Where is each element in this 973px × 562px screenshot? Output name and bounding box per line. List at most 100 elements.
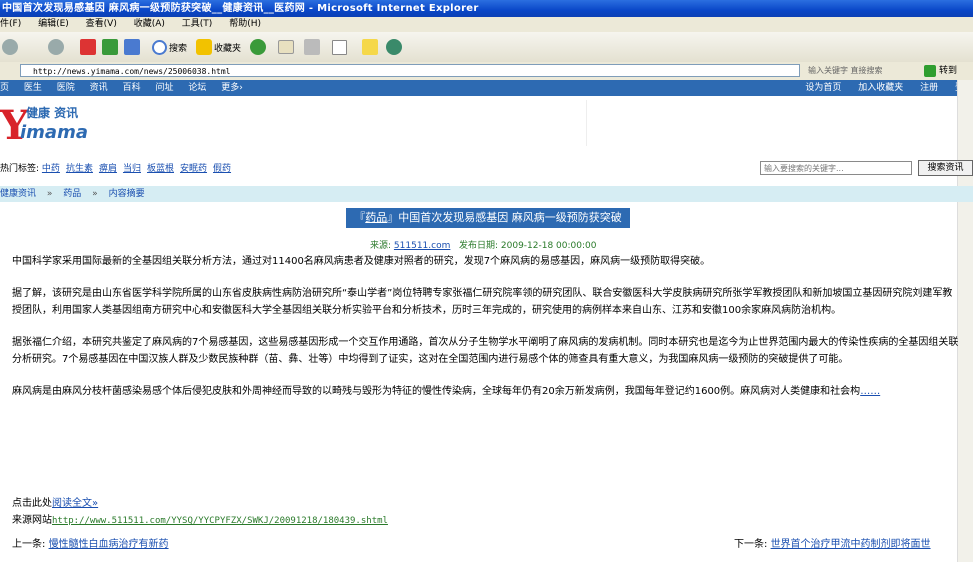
breadcrumb: 健康资讯 » 药品 » 内容摘要 [0,186,973,202]
tag-link[interactable]: 当归 [123,164,141,174]
set-homepage-link[interactable]: 设为首页 [805,80,841,96]
hot-tags-label: 热门标签: [0,164,40,174]
read-more-prefix: 点击此处 [12,498,52,509]
next-label: 下一条: [734,539,768,550]
site-logo[interactable]: Y imama 健康 资讯 [0,100,100,148]
go-button[interactable]: 转到 [924,64,968,78]
search-button[interactable]: 搜索 [152,38,187,56]
read-more-link[interactable]: 阅读全文» [52,498,98,509]
refresh-button[interactable] [102,38,120,56]
mail-icon [278,40,294,54]
menu-favorites[interactable]: 收藏(A) [134,17,165,32]
tag-link[interactable]: 安眠药 [180,164,207,174]
banner-area [108,100,587,146]
breadcrumb-separator: » [46,189,53,199]
source-link[interactable]: 511511.com [394,241,450,251]
source-site: 来源网站http://www.511511.com/YYSQ/YYCPYFZX/… [12,512,388,530]
nav-doctor[interactable]: 医生 [24,80,42,96]
article-meta: 来源: 511511.com 发布日期: 2009-12-18 00:00:00 [370,238,596,251]
document-icon [332,39,347,55]
breadcrumb-current: 内容摘要 [108,189,145,199]
breadcrumb-separator: » [92,189,98,199]
print-button[interactable] [304,38,322,56]
prev-article-link[interactable]: 慢性髓性白血病治疗有新药 [49,539,169,550]
discuss-button[interactable] [362,38,380,56]
stop-button[interactable] [80,38,98,56]
menu-bar: 件(F) 编辑(E) 查看(V) 收藏(A) 工具(T) 帮助(H) [0,17,973,32]
article-title: 『药品』中国首次发现易感基因 麻风病一级预防获突破 [346,208,630,228]
favorites-label: 收藏夹 [214,43,242,54]
menu-view[interactable]: 查看(V) [86,17,117,32]
forward-arrow-icon [48,39,64,55]
edit-button[interactable] [332,38,349,56]
prev-article: 上一条: 慢性髓性白血病治疗有新药 [12,535,169,550]
address-bar: http://news.yimama.com/news/25006038.htm… [0,62,973,81]
search-label: 搜索 [169,43,188,54]
tag-link[interactable]: 中药 [42,164,60,174]
messenger-button[interactable] [386,38,404,56]
read-more: 点击此处阅读全文» [12,495,98,512]
prev-label: 上一条: [12,539,46,550]
publish-date: 2009-12-18 00:00:00 [500,241,597,251]
tag-link[interactable]: 假药 [213,164,231,174]
next-article-link[interactable]: 世界首个治疗甲流中药制剂即将面世 [771,539,931,550]
note-icon [362,39,378,55]
keyword-search-hint[interactable]: 输入关键字 直接搜索 [808,65,883,76]
article-title-text: 中国首次发现易感基因 麻风病一级预防获突破 [398,211,622,224]
menu-tools[interactable]: 工具(T) [182,17,213,32]
site-search-input[interactable]: 输入要搜索的关键字... [760,161,912,175]
logo-text: imama [20,122,88,143]
nav-directory[interactable]: 问址 [155,80,173,96]
nav-wiki[interactable]: 百科 [123,80,141,96]
nav-hospital[interactable]: 医院 [57,80,75,96]
history-button[interactable] [250,38,268,56]
source-site-link[interactable]: http://www.511511.com/YYSQ/YYCPYFZX/SWKJ… [52,516,388,526]
back-arrow-icon [2,39,18,55]
next-article: 下一条: 世界首个治疗甲流中药制剂即将面世 [734,535,931,550]
go-arrow-icon [924,64,936,77]
tag-link[interactable]: 抗生素 [66,164,93,174]
address-input[interactable]: http://news.yimama.com/news/25006038.htm… [20,64,800,77]
refresh-icon [102,39,118,55]
ellipsis-link[interactable]: …… [860,386,880,397]
nav-more[interactable]: 更多› [221,80,243,96]
window-title: 中国首次发现易感基因 麻风病一级预防获突破__健康资讯__医药网 - Micro… [2,3,479,14]
browser-toolbar: 搜索 收藏夹 [0,32,973,63]
messenger-icon [386,39,402,55]
menu-edit[interactable]: 编辑(E) [38,17,69,32]
forward-button[interactable] [48,38,66,56]
logo-subtitle: 健康 资讯 [26,106,79,120]
paragraph: 据了解，该研究是由山东省医学科学院所属的山东省皮肤病性病防治研究所“泰山学者”岗… [12,288,953,316]
nav-forum[interactable]: 论坛 [188,80,206,96]
printer-icon [304,39,320,55]
breadcrumb-drugs[interactable]: 药品 [63,186,81,202]
home-button[interactable] [124,38,142,56]
register-link[interactable]: 注册 [920,80,938,96]
mail-button[interactable] [278,38,296,56]
article-category-link[interactable]: 药品 [365,211,387,224]
nav-home[interactable]: 页 [0,80,9,96]
hot-tags: 热门标签: 中药 抗生素 痹肩 当归 板蓝根 安眠药 假药 [0,161,237,174]
site-search-button[interactable]: 搜索资讯 [918,160,973,176]
source-site-label: 来源网站 [12,515,52,526]
menu-help[interactable]: 帮助(H) [229,17,261,32]
stop-icon [80,39,96,55]
paragraph: 麻风病是由麻风分枝杆菌感染易感个体后侵犯皮肤和外周神经而导致的以畸残与毁形为特征… [12,383,962,400]
article-body: 中国科学家采用国际最新的全基因组关联分析方法，通过对11400名麻风病患者及健康… [12,253,962,415]
paragraph: 中国科学家采用国际最新的全基因组关联分析方法，通过对11400名麻风病患者及健康… [12,256,711,267]
star-icon [196,39,212,55]
favorites-button[interactable]: 收藏夹 [196,38,241,56]
breadcrumb-news[interactable]: 健康资讯 [0,186,36,202]
menu-file[interactable]: 件(F) [0,17,21,32]
source-label: 来源: [370,241,392,251]
magnifier-icon [152,39,167,55]
tag-link[interactable]: 板蓝根 [147,164,174,174]
add-favorite-link[interactable]: 加入收藏夹 [858,80,903,96]
back-button[interactable] [2,38,20,56]
window-titlebar: 中国首次发现易感基因 麻风病一级预防获突破__健康资讯__医药网 - Micro… [0,0,973,17]
tag-link[interactable]: 痹肩 [99,164,117,174]
paragraph: 据张福仁介绍，本研究共鉴定了麻风病的7个易感基因，这些易感基因形成一个交互作用通… [12,337,959,365]
date-label: 发布日期: [458,241,499,251]
nav-news[interactable]: 资讯 [90,80,108,96]
site-nav: 页 医生 医院 资讯 百科 问址 论坛 更多› 设为首页 加入收藏夹 注册 登录 [0,80,973,96]
